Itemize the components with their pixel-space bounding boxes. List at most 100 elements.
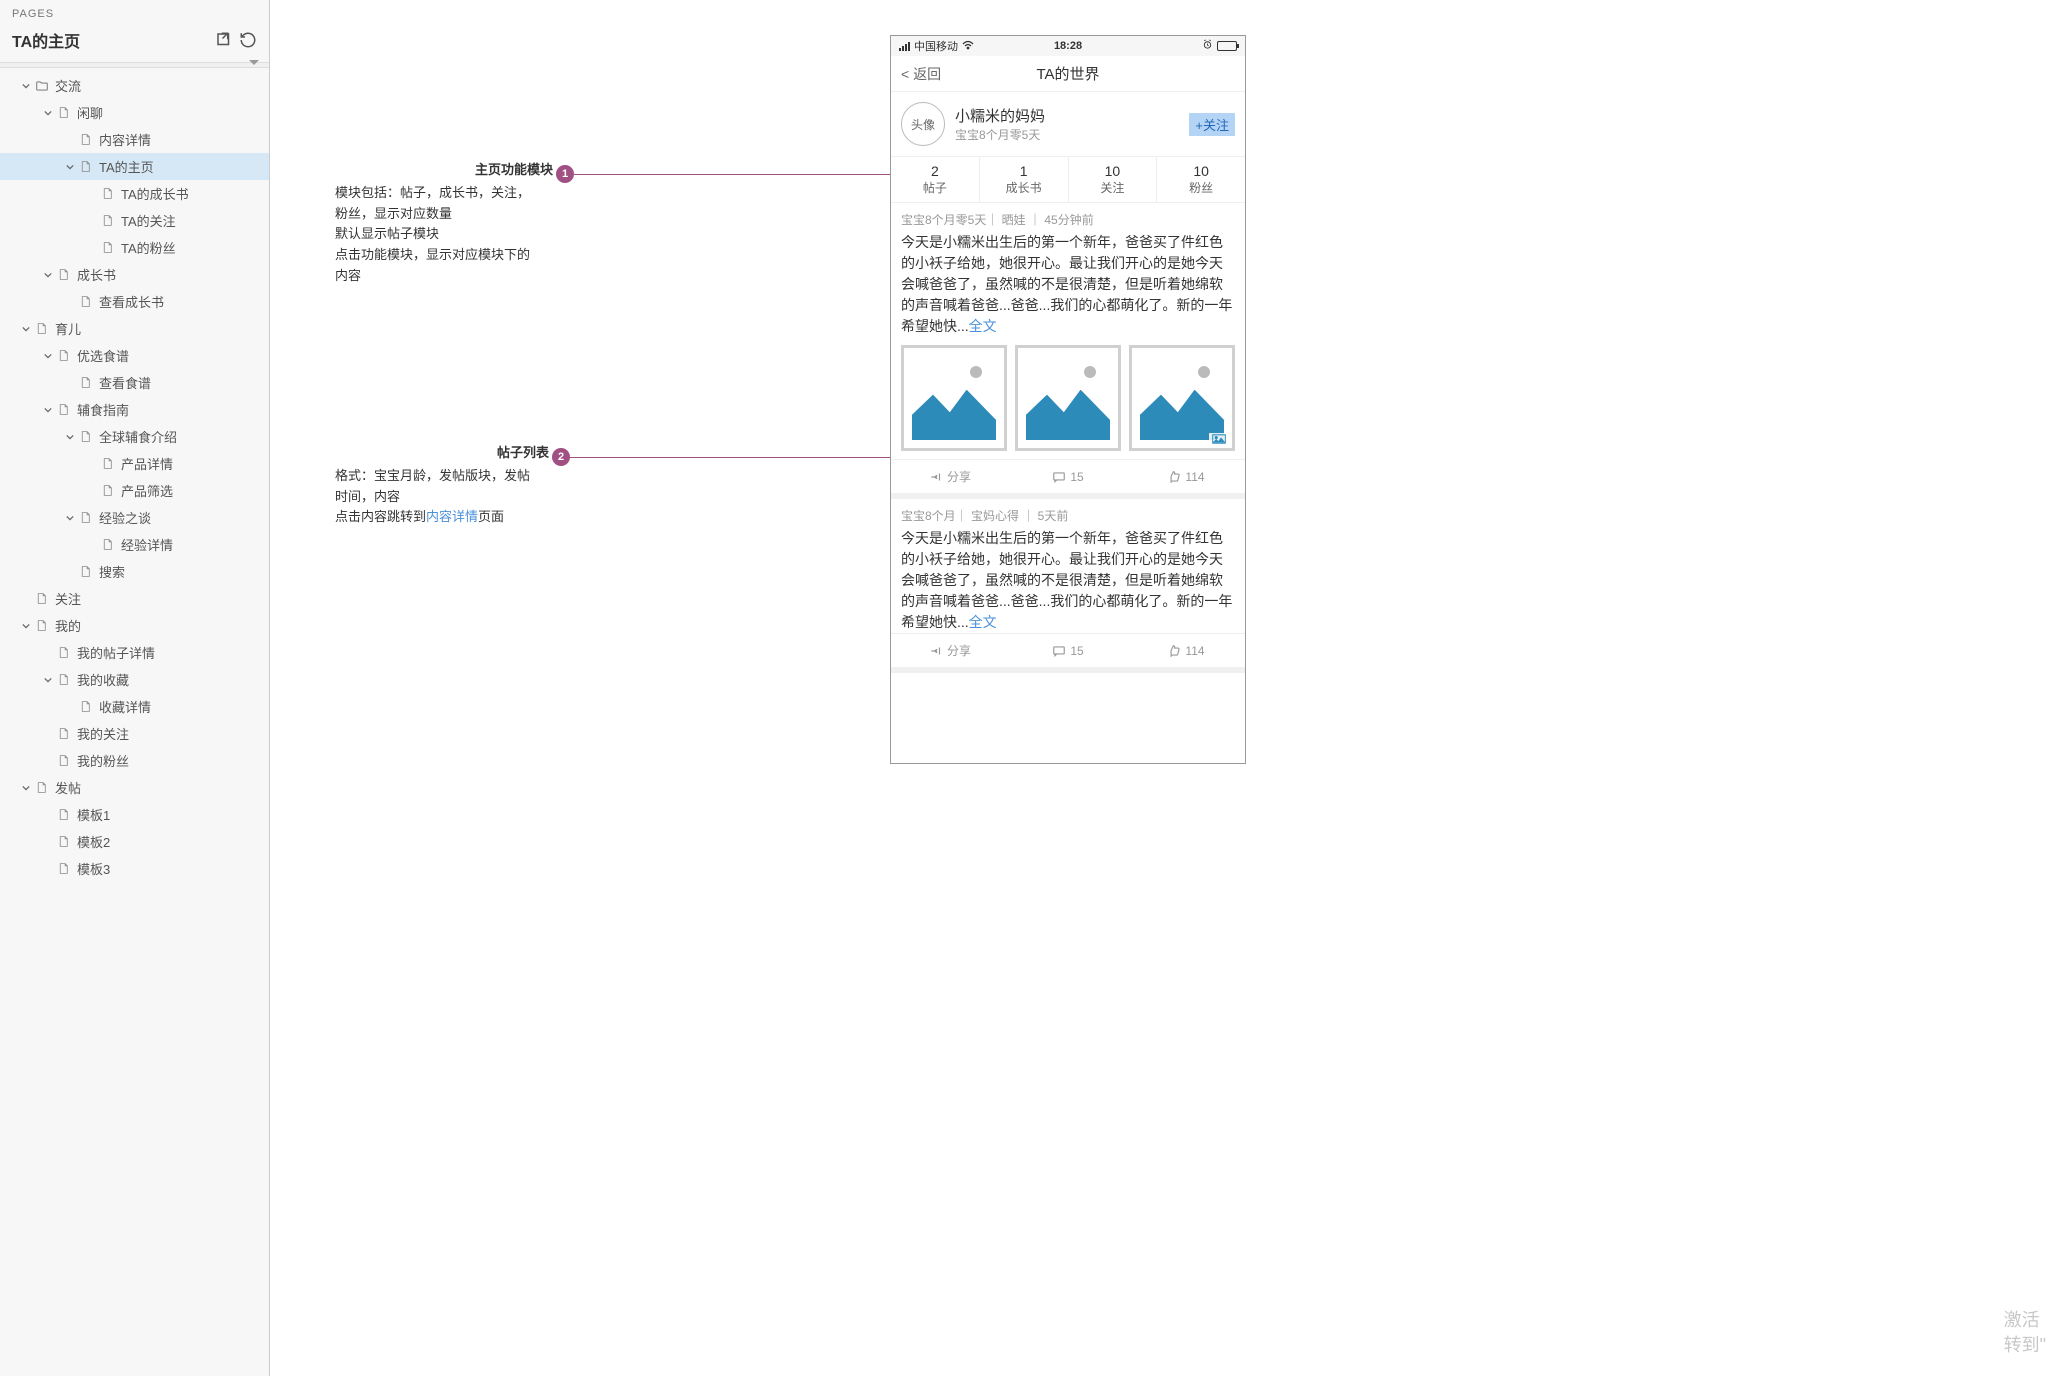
tree-item[interactable]: TA的主页: [0, 153, 269, 180]
tree-toggle-icon[interactable]: [64, 161, 76, 173]
alarm-icon: [1202, 39, 1213, 53]
tree-item[interactable]: 模板2: [0, 828, 269, 855]
tree-item-label: TA的主页: [99, 157, 154, 176]
tree-item[interactable]: 搜索: [0, 558, 269, 585]
tree-item[interactable]: 经验之谈: [0, 504, 269, 531]
tree-toggle-icon[interactable]: [42, 674, 54, 686]
tree-toggle-icon[interactable]: [20, 323, 32, 335]
tree-item[interactable]: 产品筛选: [0, 477, 269, 504]
annotation-connector-2: [570, 457, 890, 458]
watermark: 激活 转到": [2004, 1308, 2046, 1358]
read-more-link[interactable]: 全文: [969, 318, 997, 334]
post-item[interactable]: 宝宝8个月｜ 宝妈心得 ｜ 5天前今天是小糯米出生后的第一个新年，爸爸买了件红色…: [891, 499, 1245, 673]
tree-item[interactable]: 我的帖子详情: [0, 639, 269, 666]
tree-item-label: 育儿: [55, 319, 81, 338]
tree-item-label: 优选食谱: [77, 346, 129, 365]
comment-button[interactable]: 15: [1009, 634, 1127, 667]
like-button[interactable]: 114: [1127, 460, 1245, 493]
segment-tab[interactable]: 10粉丝: [1157, 157, 1245, 202]
tree-toggle-icon[interactable]: [20, 80, 32, 92]
tree-toggle-icon[interactable]: [42, 350, 54, 362]
tree-item[interactable]: 辅食指南: [0, 396, 269, 423]
tree-item[interactable]: 经验详情: [0, 531, 269, 558]
tree-toggle-icon[interactable]: [20, 620, 32, 632]
tree-item[interactable]: 成长书: [0, 261, 269, 288]
annotation-link[interactable]: 内容详情: [426, 509, 478, 524]
tab-label: 帖子: [891, 179, 979, 196]
segment-tab[interactable]: 10关注: [1069, 157, 1158, 202]
tree-item[interactable]: 育儿: [0, 315, 269, 342]
tree-item[interactable]: 内容详情: [0, 126, 269, 153]
tree-item[interactable]: TA的粉丝: [0, 234, 269, 261]
back-button[interactable]: < 返回: [901, 64, 941, 84]
tree-toggle-icon[interactable]: [64, 431, 76, 443]
segment-tab[interactable]: 2帖子: [891, 157, 980, 202]
tab-count: 10: [1069, 163, 1157, 179]
tree-item-label: 模板1: [77, 805, 110, 824]
tree-item[interactable]: 产品详情: [0, 450, 269, 477]
annotation-bullet-2: 2: [552, 448, 570, 466]
tree-toggle-icon[interactable]: [42, 404, 54, 416]
tree-item[interactable]: 查看成长书: [0, 288, 269, 315]
post-list: 宝宝8个月零5天｜ 晒娃 ｜ 45分钟前今天是小糯米出生后的第一个新年，爸爸买了…: [891, 203, 1245, 673]
tree-item[interactable]: TA的关注: [0, 207, 269, 234]
tree-item[interactable]: 收藏详情: [0, 693, 269, 720]
tab-label: 成长书: [980, 179, 1068, 196]
post-item[interactable]: 宝宝8个月零5天｜ 晒娃 ｜ 45分钟前今天是小糯米出生后的第一个新年，爸爸买了…: [891, 203, 1245, 499]
tree-item-label: 模板3: [77, 859, 110, 878]
tree-toggle-icon: [86, 242, 98, 254]
thumbnail[interactable]: [901, 345, 1007, 451]
tree-toggle-icon[interactable]: [64, 512, 76, 524]
tree-toggle-icon[interactable]: [42, 107, 54, 119]
tree-item[interactable]: 我的关注: [0, 720, 269, 747]
tree-toggle-icon: [86, 485, 98, 497]
follow-button[interactable]: +关注: [1189, 113, 1235, 136]
thumbnail[interactable]: [1015, 345, 1121, 451]
post-actions: 分享15114: [891, 459, 1245, 493]
tree-item[interactable]: 我的粉丝: [0, 747, 269, 774]
tree-item[interactable]: 模板3: [0, 855, 269, 882]
tree-item-label: 我的: [55, 616, 81, 635]
tree-item-label: 发帖: [55, 778, 81, 797]
tree-item[interactable]: 查看食谱: [0, 369, 269, 396]
share-button[interactable]: 分享: [891, 460, 1009, 493]
avatar[interactable]: 头像: [901, 102, 945, 146]
tree-toggle-icon: [64, 134, 76, 146]
nav-title: TA的世界: [941, 63, 1235, 84]
like-button[interactable]: 114: [1127, 634, 1245, 667]
page-icon: [57, 835, 71, 849]
share-button[interactable]: 分享: [891, 634, 1009, 667]
tree-item[interactable]: 交流: [0, 72, 269, 99]
comment-button[interactable]: 15: [1009, 460, 1127, 493]
post-meta: 宝宝8个月零5天｜ 晒娃 ｜ 45分钟前: [901, 211, 1235, 228]
tree-divider[interactable]: [0, 62, 269, 68]
page-icon: [57, 268, 71, 282]
tree-item[interactable]: 优选食谱: [0, 342, 269, 369]
read-more-link[interactable]: 全文: [969, 614, 997, 630]
canvas[interactable]: 1 主页功能模块 模块包括：帖子，成长书，关注， 粉丝，显示对应数量 默认显示帖…: [270, 0, 2064, 1376]
folder-icon: [35, 79, 49, 93]
tree-item[interactable]: 闲聊: [0, 99, 269, 126]
tree-toggle-icon[interactable]: [20, 782, 32, 794]
page-tree[interactable]: 交流闲聊内容详情 TA的主页 TA的成长书TA的关注TA的粉丝成长书查看成长书育儿优…: [0, 68, 269, 1376]
tree-item[interactable]: 全球辅食介绍: [0, 423, 269, 450]
tree-item[interactable]: 我的收藏: [0, 666, 269, 693]
tree-item[interactable]: 关注: [0, 585, 269, 612]
tree-item-label: 产品详情: [121, 454, 173, 473]
profile-section: 头像 小糯米的妈妈 宝宝8个月零5天 +关注: [891, 92, 1245, 157]
tree-item[interactable]: 发帖: [0, 774, 269, 801]
refresh-icon[interactable]: [239, 31, 257, 49]
tree-item-label: 收藏详情: [99, 697, 151, 716]
tree-item[interactable]: TA的成长书: [0, 180, 269, 207]
annotation-1: 主页功能模块 模块包括：帖子，成长书，关注， 粉丝，显示对应数量 默认显示帖子模…: [335, 160, 553, 287]
sidebar-header: PAGES: [0, 0, 269, 24]
tree-item[interactable]: 我的: [0, 612, 269, 639]
tree-item[interactable]: 模板1: [0, 801, 269, 828]
annotation-connector-1: [574, 174, 890, 175]
segment-tab[interactable]: 1成长书: [980, 157, 1069, 202]
tree-toggle-icon[interactable]: [42, 269, 54, 281]
page-icon: [57, 754, 71, 768]
share-icon[interactable]: [215, 31, 233, 49]
page-icon: [101, 241, 115, 255]
thumbnail[interactable]: [1129, 345, 1235, 451]
